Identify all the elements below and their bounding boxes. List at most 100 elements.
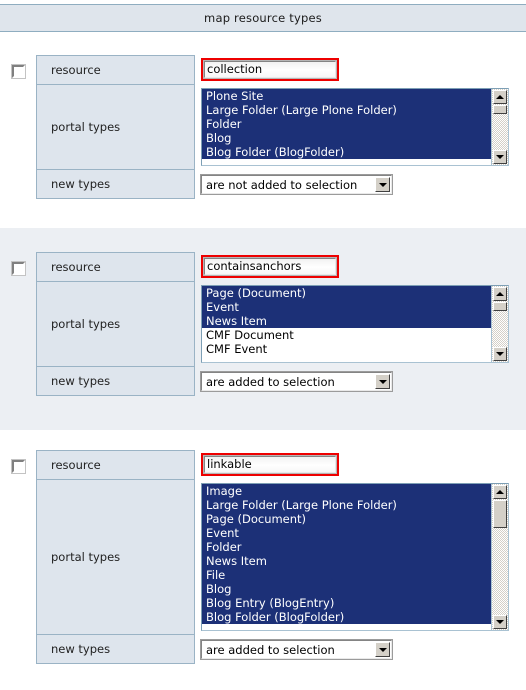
list-item[interactable]: Event (202, 526, 491, 540)
scroll-down-arrow-icon (496, 352, 504, 356)
portal-types-listbox[interactable]: Image Large Folder (Large Plone Folder) … (201, 483, 509, 631)
new-types-select[interactable]: are added to selection (200, 371, 393, 393)
list-item[interactable]: Folder (202, 117, 491, 131)
list-item[interactable]: Image (202, 484, 491, 498)
resource-form-table: resource linkable portal types Image Lar… (36, 450, 510, 664)
listbox-scrollbar[interactable] (491, 89, 508, 165)
portal-types-options: Plone Site Large Folder (Large Plone Fol… (202, 89, 491, 165)
table-row-portal-types: portal types Image Large Folder (Large P… (36, 479, 510, 635)
resource-form-table: resource collection portal types Plone S… (36, 55, 510, 199)
portal-types-options: Image Large Folder (Large Plone Folder) … (202, 484, 491, 630)
chevron-down-icon (378, 647, 387, 652)
select-row-checkbox-cell (0, 55, 36, 79)
chevron-down-icon (378, 182, 387, 187)
resource-input[interactable]: collection (203, 60, 337, 79)
field-portal-types: Plone Site Large Folder (Large Plone Fol… (195, 85, 510, 170)
scroll-down-arrow-icon (496, 620, 504, 624)
list-item[interactable]: Page (Document) (202, 512, 491, 526)
select-row-checkbox-cell (0, 450, 36, 474)
resource-input-highlight: linkable (201, 453, 339, 476)
list-item[interactable]: CMF Event (202, 342, 491, 356)
resource-form-table: resource containsanchors portal types Pa… (36, 252, 510, 396)
field-resource: containsanchors (195, 253, 510, 282)
field-portal-types: Image Large Folder (Large Plone Folder) … (195, 480, 510, 635)
table-row-new-types: new types are added to selection (36, 366, 510, 396)
list-item[interactable]: Blog Entry (BlogEntry) (202, 596, 491, 610)
scroll-up-button[interactable] (493, 287, 507, 301)
select-row-checkbox[interactable] (10, 64, 26, 79)
list-item[interactable]: Folder (202, 540, 491, 554)
select-dropdown-button[interactable] (375, 177, 390, 193)
scroll-down-button[interactable] (493, 150, 507, 164)
table-row-portal-types: portal types Page (Document) Event News … (36, 281, 510, 367)
field-resource: linkable (195, 451, 510, 480)
portal-types-options: Page (Document) Event News Item CMF Docu… (202, 286, 491, 362)
new-types-select-value: are not added to selection (206, 177, 358, 192)
listbox-scrollbar[interactable] (491, 286, 508, 362)
list-item[interactable]: Event (202, 300, 491, 314)
list-item[interactable]: Page (Document) (202, 286, 491, 300)
resource-section-collection: resource collection portal types Plone S… (0, 55, 526, 199)
select-dropdown-button[interactable] (375, 642, 390, 658)
list-item[interactable]: Blog Folder (BlogFolder) (202, 145, 491, 159)
field-new-types: are added to selection (195, 367, 510, 396)
select-row-checkbox[interactable] (10, 459, 26, 474)
resource-input[interactable]: linkable (203, 455, 337, 474)
scroll-down-button[interactable] (493, 615, 507, 629)
page-root: map resource types resource collection p… (0, 0, 526, 690)
resource-input[interactable]: containsanchors (203, 257, 337, 276)
portal-types-listbox[interactable]: Plone Site Large Folder (Large Plone Fol… (201, 88, 509, 166)
listbox-scrollbar[interactable] (491, 484, 508, 630)
resource-section-linkable: resource linkable portal types Image Lar… (0, 450, 526, 664)
scroll-up-arrow-icon (496, 292, 504, 296)
table-row-new-types: new types are not added to selection (36, 169, 510, 199)
list-item[interactable]: Blog Folder (BlogFolder) (202, 610, 491, 624)
list-item[interactable]: News Item (202, 554, 491, 568)
scroll-up-button[interactable] (493, 485, 507, 499)
label-portal-types: portal types (36, 281, 195, 367)
scroll-up-button[interactable] (493, 90, 507, 104)
scroll-up-arrow-icon (496, 95, 504, 99)
list-item[interactable]: Blog (202, 582, 491, 596)
new-types-select-value: are added to selection (206, 374, 335, 389)
chevron-down-icon (378, 379, 387, 384)
scroll-down-arrow-icon (496, 155, 504, 159)
scrollbar-thumb[interactable] (493, 105, 507, 114)
list-item[interactable]: Large Folder (Large Plone Folder) (202, 103, 491, 117)
table-row-new-types: new types are added to selection (36, 634, 510, 664)
resource-input-highlight: containsanchors (201, 255, 339, 278)
field-resource: collection (195, 56, 510, 85)
scroll-up-arrow-icon (496, 490, 504, 494)
page-title: map resource types (204, 11, 322, 25)
new-types-select[interactable]: are added to selection (200, 639, 393, 661)
new-types-select-value: are added to selection (206, 642, 335, 657)
label-new-types: new types (36, 366, 195, 396)
label-portal-types: portal types (36, 84, 195, 170)
list-item[interactable]: CMF Document (202, 328, 491, 342)
list-item[interactable]: Blog (202, 131, 491, 145)
select-dropdown-button[interactable] (375, 374, 390, 390)
scrollbar-thumb[interactable] (493, 302, 507, 311)
scroll-down-button[interactable] (493, 347, 507, 361)
table-row-resource: resource collection (36, 55, 510, 85)
list-item[interactable]: Plone Site (202, 89, 491, 103)
new-types-select[interactable]: are not added to selection (200, 174, 393, 196)
field-new-types: are added to selection (195, 635, 510, 664)
field-new-types: are not added to selection (195, 170, 510, 199)
label-resource: resource (36, 450, 195, 480)
resource-section-containsanchors: resource containsanchors portal types Pa… (0, 252, 526, 396)
list-item[interactable]: News Item (202, 314, 491, 328)
table-row-portal-types: portal types Plone Site Large Folder (La… (36, 84, 510, 170)
list-item[interactable]: File (202, 568, 491, 582)
portal-types-listbox[interactable]: Page (Document) Event News Item CMF Docu… (201, 285, 509, 363)
list-item[interactable]: Large Folder (Large Plone Folder) (202, 498, 491, 512)
table-row-resource: resource linkable (36, 450, 510, 480)
page-header: map resource types (0, 4, 526, 32)
scrollbar-thumb[interactable] (493, 500, 507, 528)
select-row-checkbox[interactable] (10, 261, 26, 276)
field-portal-types: Page (Document) Event News Item CMF Docu… (195, 282, 510, 367)
select-row-checkbox-cell (0, 252, 36, 276)
label-new-types: new types (36, 169, 195, 199)
label-new-types: new types (36, 634, 195, 664)
resource-input-highlight: collection (201, 58, 339, 81)
